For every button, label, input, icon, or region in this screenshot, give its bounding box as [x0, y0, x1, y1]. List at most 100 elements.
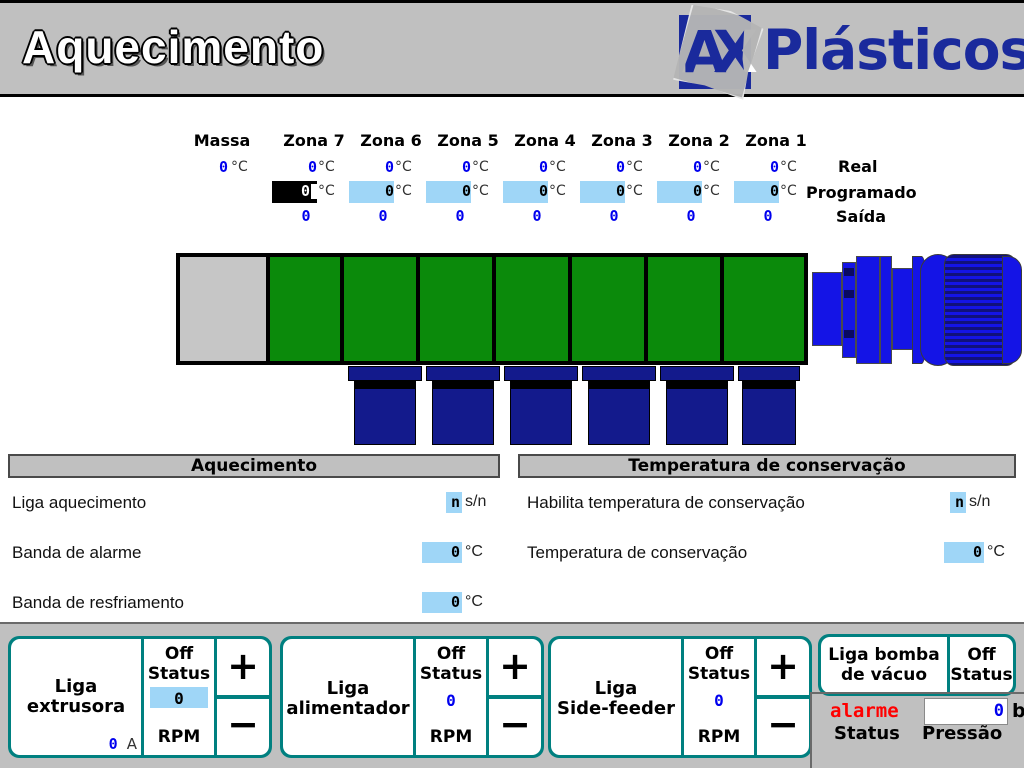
zone-programado-unit-zona-7: °C — [318, 183, 335, 199]
gearbox-body — [856, 256, 880, 364]
heater-body — [432, 388, 494, 445]
side-feeder-rpm-label: RPM — [697, 727, 741, 747]
page-header: Aquecimento A X A X Plásticos — [0, 0, 1024, 97]
zone-header-massa: Massa — [193, 131, 251, 150]
extrusora-minus-button[interactable]: − — [217, 699, 269, 755]
barrel-segment-zona-2[interactable] — [648, 257, 720, 361]
bomba-vacuo-label-2: de vácuo — [840, 665, 928, 685]
side-feeder-plus-button[interactable]: + — [757, 639, 809, 695]
alarm-status-label: Status — [834, 723, 900, 744]
zone-real-massa: 0 — [218, 158, 228, 176]
liga-bomba-vacuo-button[interactable]: Liga bomba de vácuo — [821, 637, 947, 693]
zone-real-zona-7: 0 — [307, 158, 317, 176]
zone-real-unit-zona-3: °C — [626, 159, 643, 175]
heater-body — [354, 388, 416, 445]
coupling-flange — [812, 272, 842, 346]
zone-programado-value-zona-6: 0 — [384, 182, 394, 200]
zone-real-zona-2: 0 — [692, 158, 702, 176]
liga-side-feeder-label-1: Liga — [594, 678, 638, 699]
unit-liga-aquecimento: s/n — [465, 493, 487, 510]
extrusora-current-value: 0 — [108, 735, 118, 753]
gearbox-plate-2 — [880, 256, 892, 364]
page-title: Aquecimento — [21, 20, 325, 74]
control-group-extrusora: Liga extrusora 0 A Off Status 0 RPM + − — [8, 636, 272, 758]
heater-unit-zona-7 — [348, 366, 422, 445]
zone-header-zona-7: Zona 7 — [283, 131, 345, 150]
control-group-bomba-vacuo: Liga bomba de vácuo Off Status — [818, 634, 1016, 696]
plus-icon: + — [767, 644, 799, 688]
hmi-screen: Aquecimento A X A X Plásticos Massa Zona… — [0, 0, 1024, 768]
gearbox-tab-mid — [844, 290, 854, 298]
zone-programado-value-zona-3: 0 — [615, 182, 625, 200]
side-feeder-minus-button[interactable]: − — [757, 699, 809, 755]
bomba-vacuo-label-1: Liga bomba — [828, 645, 940, 665]
zone-real-zona-1: 0 — [769, 158, 779, 176]
zone-real-unit-zona-4: °C — [549, 159, 566, 175]
zone-programado-unit-zona-6: °C — [395, 183, 412, 199]
heater-body — [510, 388, 572, 445]
zone-real-unit-zona-1: °C — [780, 159, 797, 175]
liga-alimentador-label-1: Liga — [326, 678, 370, 699]
barrel-segment-zona-4[interactable] — [496, 257, 568, 361]
minus-icon: − — [227, 702, 259, 746]
side-feeder-rpm-value[interactable]: 0 — [684, 691, 754, 710]
extrusora-status-cell: Off Status 0 RPM — [144, 639, 214, 755]
unit-banda-alarme: °C — [465, 543, 483, 560]
zone-header-zona-6: Zona 6 — [360, 131, 422, 150]
value-liga-aquecimento: n — [450, 493, 460, 511]
alimentador-rpm-value[interactable]: 0 — [416, 691, 486, 710]
minus-icon: − — [499, 702, 531, 746]
alimentador-plus-button[interactable]: + — [489, 639, 541, 695]
plus-icon: + — [499, 644, 531, 688]
zone-saida-zona-6: 0 — [378, 207, 388, 225]
zone-saida-zona-4: 0 — [532, 207, 542, 225]
row-label-programado: Programado — [806, 183, 917, 202]
liga-alimentador-button[interactable]: Liga alimentador — [283, 639, 413, 755]
motor-shaft-housing — [892, 268, 914, 350]
extrusora-rpm-value: 0 — [174, 689, 184, 708]
heater-body — [666, 388, 728, 445]
heater-unit-zona-3 — [660, 366, 734, 445]
control-group-alimentador: Liga alimentador Off Status 0 RPM + − — [280, 636, 544, 758]
extrusora-status-value: Off — [164, 644, 194, 664]
zone-programado-value-zona-7: 0 — [300, 182, 310, 200]
zone-real-unit-massa: °C — [231, 159, 248, 175]
zone-programado-unit-zona-5: °C — [472, 183, 489, 199]
barrel-segment-zona-1[interactable] — [724, 257, 804, 361]
row-label-real: Real — [838, 157, 878, 176]
extrusora-plus-button[interactable]: + — [217, 639, 269, 695]
liga-extrusora-button[interactable]: Liga extrusora 0 A — [11, 639, 141, 755]
label-temperatura-conservacao: Temperatura de conservação — [527, 543, 748, 562]
bomba-vacuo-status-cell: Off Status — [950, 637, 1013, 693]
alimentador-status-value: Off — [436, 644, 466, 664]
liga-side-feeder-label-2: Side-feeder — [557, 698, 675, 719]
minus-icon: − — [767, 702, 799, 746]
alarm-separator — [812, 692, 1024, 694]
alimentador-minus-button[interactable]: − — [489, 699, 541, 755]
zone-header-zona-3: Zona 3 — [591, 131, 653, 150]
zone-real-unit-zona-2: °C — [703, 159, 720, 175]
zone-real-zona-5: 0 — [461, 158, 471, 176]
zone-programado-value-zona-2: 0 — [692, 182, 702, 200]
barrel-segment-zona-3[interactable] — [572, 257, 644, 361]
liga-side-feeder-button[interactable]: Liga Side-feeder — [551, 639, 681, 755]
barrel-segment-zona-7[interactable] — [270, 257, 340, 361]
value-banda-resfriamento: 0 — [450, 593, 460, 611]
label-habilita-conservacao: Habilita temperatura de conservação — [527, 493, 805, 512]
conservation-panel-title: Temperatura de conservação — [518, 454, 1016, 478]
bomba-vacuo-status-value: Off — [967, 645, 996, 665]
heating-panel-title: Aquecimento — [8, 454, 500, 478]
side-feeder-status-value: Off — [704, 644, 734, 664]
heater-body — [742, 388, 796, 445]
logo-wordmark: Plásticos — [763, 18, 1024, 82]
barrel-segment-zona-5[interactable] — [420, 257, 492, 361]
zone-real-unit-zona-6: °C — [395, 159, 412, 175]
pressure-label: Pressão — [922, 723, 1003, 744]
zone-programado-value-zona-4: 0 — [538, 182, 548, 200]
value-temperatura-conservacao: 0 — [972, 543, 982, 561]
unit-temperatura-conservacao: °C — [987, 543, 1005, 560]
barrel-segment-zona-6[interactable] — [344, 257, 416, 361]
plus-icon: + — [227, 644, 259, 688]
motor-end-cap-rear — [1002, 256, 1022, 364]
zone-saida-zona-2: 0 — [686, 207, 696, 225]
